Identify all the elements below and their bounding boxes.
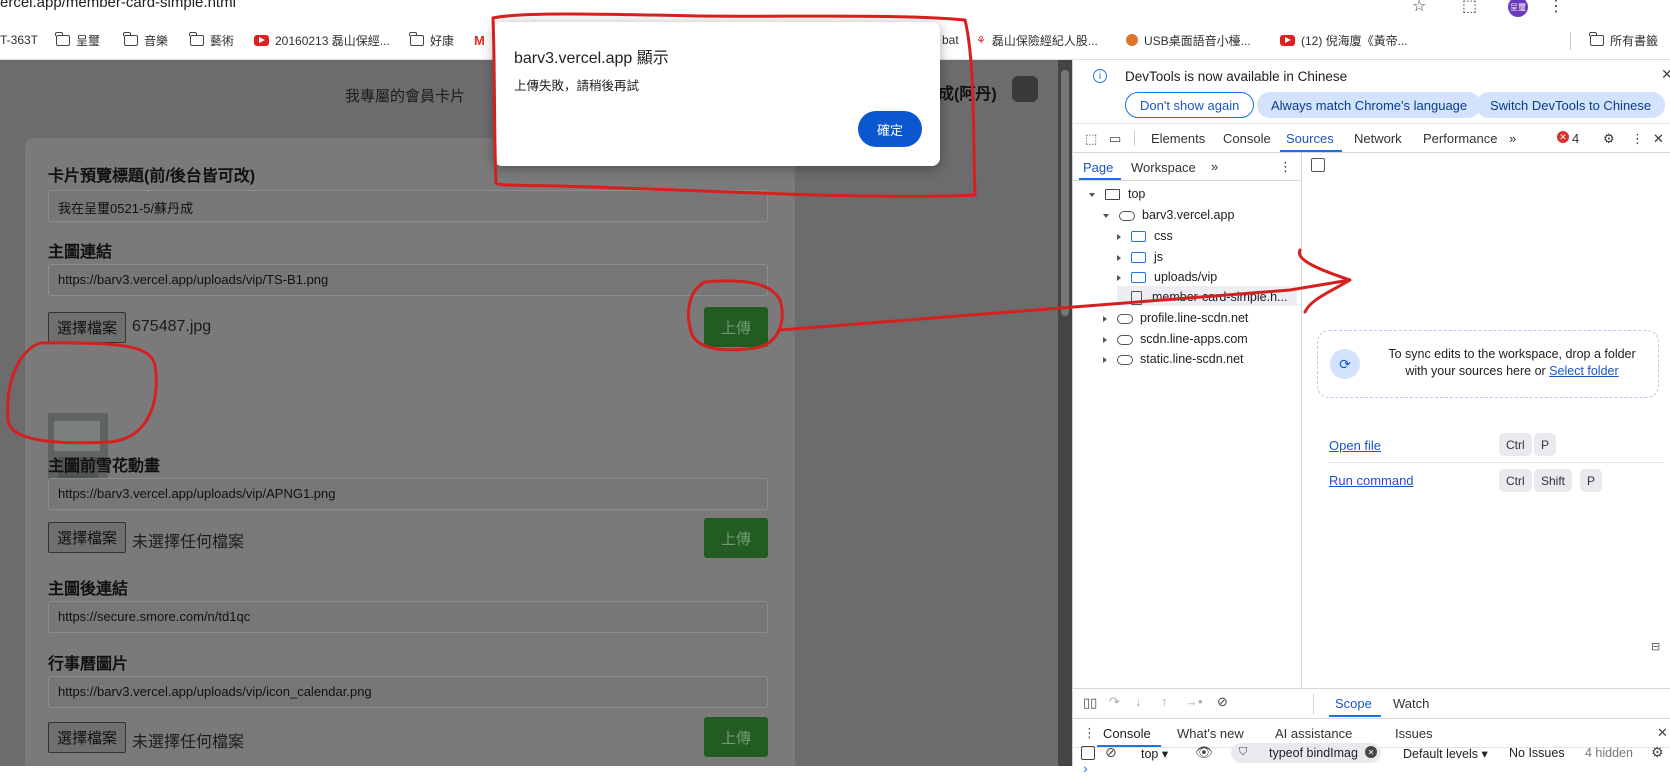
annotation-circle-alert [491,12,977,198]
annotation-circle-upload [686,279,784,352]
red-annotations [6,12,1352,445]
annotation-circle-thumbnail [6,341,158,445]
annotation-arrow [778,248,1352,332]
